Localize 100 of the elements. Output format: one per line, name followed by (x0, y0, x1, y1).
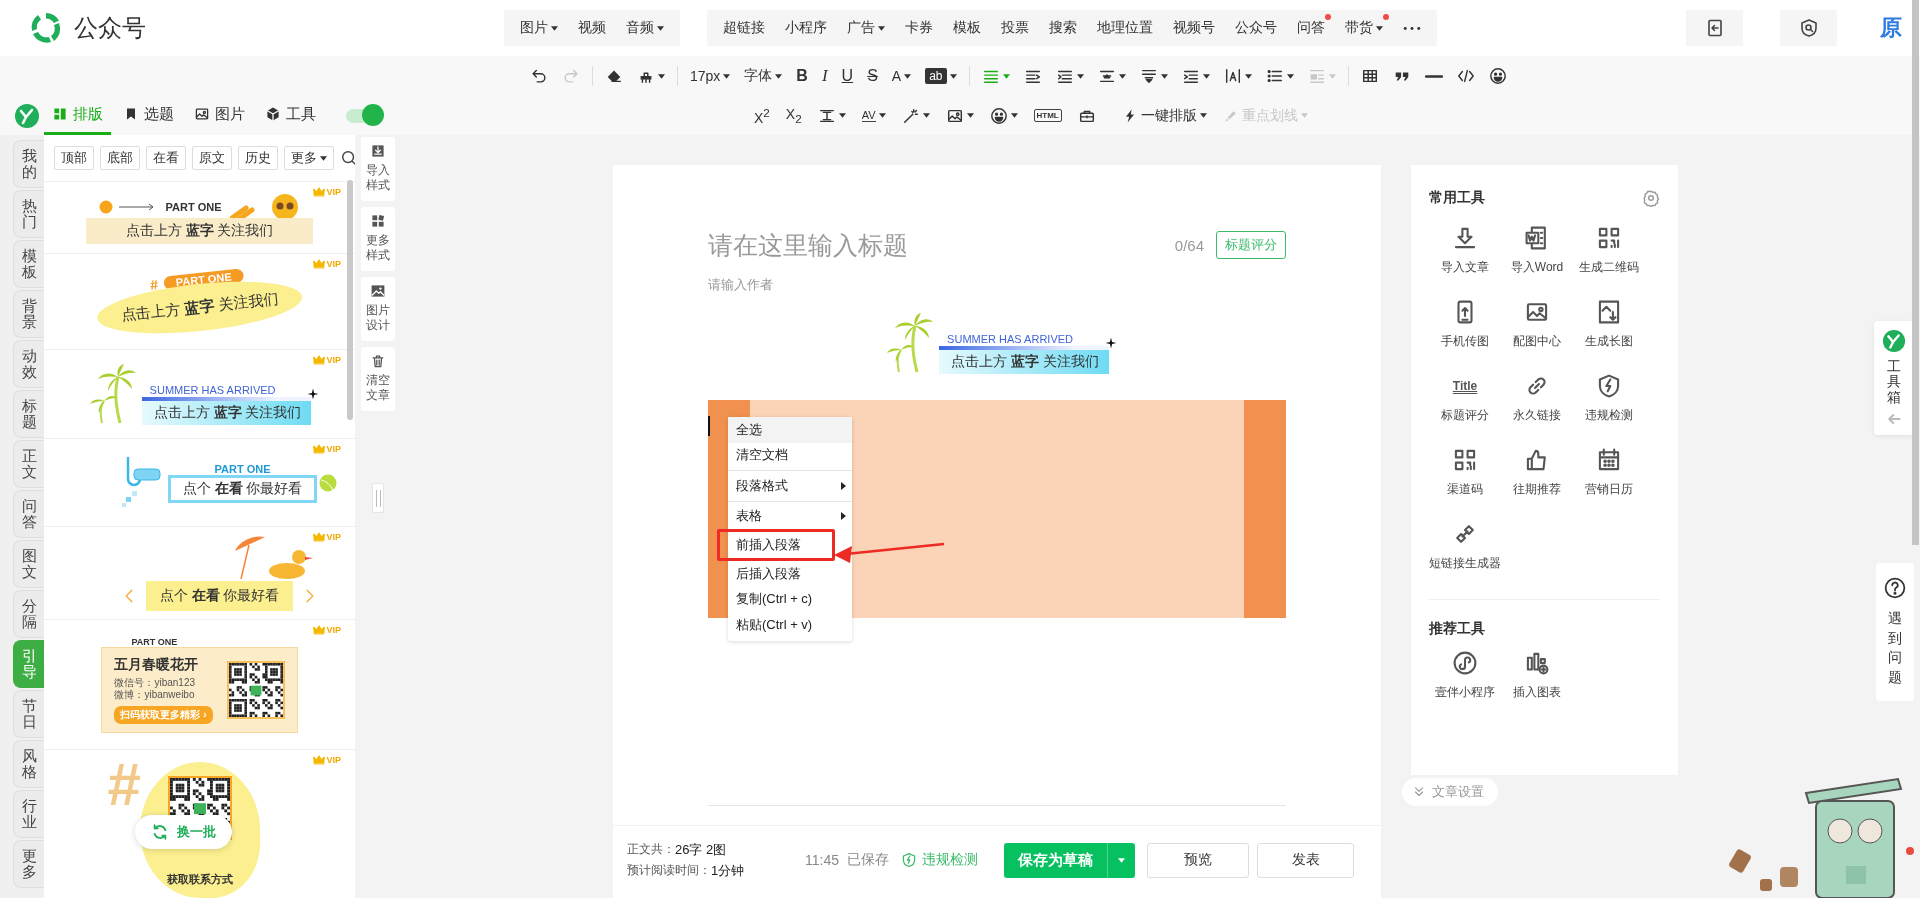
category-tab[interactable]: 动效 (13, 340, 44, 388)
insert-menu-item[interactable]: 公众号 (1225, 10, 1287, 46)
filter-button[interactable]: 顶部 (54, 146, 94, 170)
filter-button[interactable]: 底部 (100, 146, 140, 170)
insert-menu-item[interactable]: 小程序 (775, 10, 837, 46)
toolbar-button[interactable]: 字体 (738, 62, 789, 90)
category-tab[interactable]: 行业 (13, 790, 44, 838)
category-tab[interactable]: 分隔 (13, 590, 44, 638)
help-button[interactable]: 遇到问题 (1876, 563, 1914, 702)
tool-button[interactable]: 渠道码 (1429, 447, 1501, 507)
side-button[interactable]: 导入样式 (360, 137, 395, 201)
insert-menu-item[interactable]: 问答 (1287, 10, 1335, 46)
toolbar-button[interactable]: I (815, 62, 834, 90)
category-tab[interactable]: 问答 (13, 490, 44, 538)
insert-menu-item[interactable]: 超链接 (713, 10, 775, 46)
app-logo-icon (1882, 329, 1906, 353)
category-tab[interactable]: 更多 (13, 840, 44, 888)
side-button[interactable]: 更多样式 (360, 207, 395, 271)
scrollbar-thumb[interactable] (1912, 0, 1919, 545)
menu-item[interactable]: 清空文档 (728, 442, 852, 468)
mode-tab[interactable]: 工具 (257, 96, 324, 135)
toolbar-button[interactable]: A (885, 62, 918, 90)
tool-button[interactable]: 导入Word (1501, 225, 1573, 285)
cube-icon (265, 106, 281, 122)
caret-icon (1202, 73, 1210, 79)
category-tab[interactable]: 风格 (13, 740, 44, 788)
caret-icon (1002, 73, 1010, 79)
toolbar-button[interactable]: 17px (684, 62, 737, 90)
tool-button[interactable]: 插入图表 (1501, 650, 1573, 710)
tool-button[interactable]: 壹伴小程序 (1429, 650, 1501, 710)
chart-plus-icon (1524, 650, 1550, 676)
scrollbar-thumb[interactable] (347, 180, 353, 420)
insert-menu-item[interactable]: 卡券 (895, 10, 943, 46)
tool-button[interactable]: 永久链接 (1501, 373, 1573, 433)
filter-button[interactable]: 在看 (146, 146, 186, 170)
menu-item[interactable]: 段落格式 (728, 473, 852, 499)
tool-button[interactable]: 导入文章 (1429, 225, 1501, 285)
tool-button[interactable]: 配图中心 (1501, 299, 1573, 359)
category-tab[interactable]: 图文 (13, 540, 44, 588)
side-button[interactable]: 清空文章 (360, 347, 395, 411)
menu-item[interactable]: 表格 (728, 503, 852, 529)
toolbar-button[interactable]: AV (855, 101, 892, 130)
insert-menu-item[interactable]: 视频 (568, 10, 616, 46)
security-button[interactable] (1780, 10, 1837, 46)
word-count-label: 正文共： (627, 840, 675, 858)
category-tab[interactable]: 我的 (13, 140, 44, 188)
drag-handle[interactable] (371, 483, 384, 513)
tool-button[interactable]: Title 标题评分 (1429, 373, 1501, 433)
filter-button[interactable]: 原文 (192, 146, 232, 170)
insert-menu-item[interactable]: 广告 (837, 10, 895, 46)
side-button[interactable]: 图片设计 (360, 277, 395, 341)
exit-button[interactable] (1686, 10, 1743, 46)
toolbar-button[interactable]: X$^{2}$ (748, 101, 776, 130)
toolbar-button[interactable]: HTML (1027, 101, 1068, 130)
mode-tab[interactable]: 选题 (115, 96, 182, 135)
toolbar-button[interactable]: B (790, 62, 814, 90)
image-icon (194, 106, 210, 122)
mode-tab[interactable]: 图片 (186, 96, 253, 135)
crown-icon (313, 754, 326, 766)
insert-menu-item[interactable]: 搜索 (1039, 10, 1087, 46)
table-icon (1360, 67, 1379, 85)
insert-menu-item[interactable]: 音频 (616, 10, 674, 46)
tool-button[interactable]: 违规检测 (1573, 373, 1645, 433)
toolbar-button[interactable]: S (861, 62, 884, 90)
category-tab[interactable]: 背景 (13, 290, 44, 338)
tool-button[interactable]: 生成长图 (1573, 299, 1645, 359)
toolbox-button[interactable]: 工具箱 (1874, 321, 1914, 436)
settings-button[interactable] (1642, 189, 1660, 207)
toolbar-button[interactable]: ab (919, 62, 963, 90)
category-tab[interactable]: 正文 (13, 440, 44, 488)
filter-button[interactable]: 更多 (284, 146, 334, 170)
insert-menu-item[interactable]: 模板 (943, 10, 991, 46)
menu-item[interactable]: 复制(Ctrl + c) (728, 586, 852, 612)
toolbar-button[interactable]: X$_{2}$ (779, 101, 808, 130)
tool-button[interactable]: 往期推荐 (1501, 447, 1573, 507)
menu-item[interactable]: 后插入段落 (728, 561, 852, 587)
insert-menu-item[interactable]: 带货 (1335, 10, 1393, 46)
tool-button[interactable]: 营销日历 (1573, 447, 1645, 507)
insert-menu-item[interactable]: 投票 (991, 10, 1039, 46)
float-icon (1307, 67, 1326, 85)
search-button[interactable] (340, 149, 355, 167)
filter-button[interactable]: 历史 (238, 146, 278, 170)
insert-menu-item[interactable]: 图片 (510, 10, 568, 46)
tool-button[interactable]: 手机传图 (1429, 299, 1501, 359)
category-tab[interactable]: 热门 (13, 190, 44, 238)
toolbar-button[interactable]: 一键排版 (1115, 101, 1213, 130)
category-tab[interactable]: 标题 (13, 390, 44, 438)
tool-button[interactable]: 短链接生成器 (1429, 521, 1501, 581)
publish-button[interactable]: 发表 (1257, 842, 1354, 878)
avatar[interactable]: 原 (1874, 13, 1908, 43)
toolbar-button[interactable]: U (835, 62, 860, 90)
menu-item[interactable]: 全选 (728, 417, 852, 443)
category-tab[interactable]: 模板 (13, 240, 44, 288)
menu-item[interactable]: 前插入段落 (717, 529, 835, 561)
insert-menu-item[interactable]: 地理位置 (1087, 10, 1163, 46)
category-tab[interactable]: 节日 (13, 690, 44, 738)
insert-menu-item[interactable]: 视频号 (1163, 10, 1225, 46)
preview-button[interactable]: 预览 (1147, 842, 1249, 878)
menu-item[interactable]: 粘贴(Ctrl + v) (728, 612, 852, 638)
tool-button[interactable]: 生成二维码 (1573, 225, 1645, 285)
